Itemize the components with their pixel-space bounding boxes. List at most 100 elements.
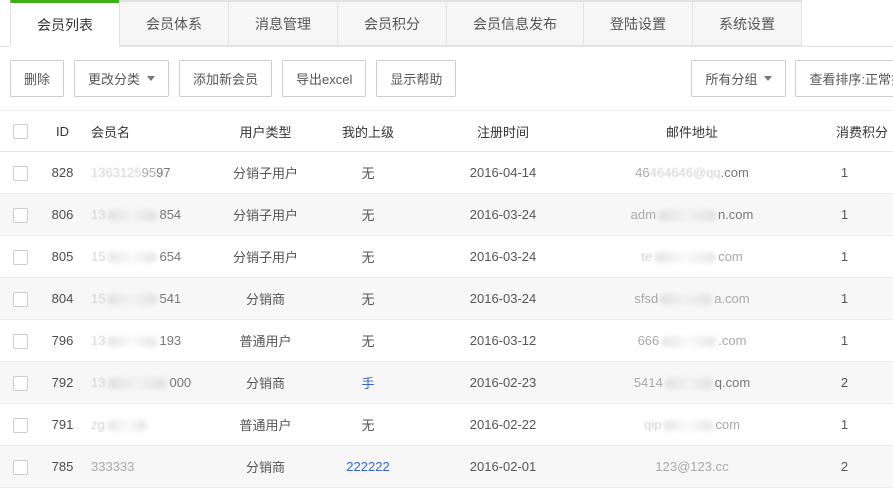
- register-date: 2016-02-23: [418, 362, 588, 404]
- tab-label: 会员信息发布: [473, 14, 557, 34]
- email-address: 666.com: [588, 320, 796, 362]
- row-checkbox[interactable]: [13, 208, 28, 223]
- consume-points: 1: [796, 278, 893, 320]
- upline-cell: 无: [318, 194, 418, 236]
- email-address: tecom: [588, 236, 796, 278]
- register-date: 2016-02-01: [418, 446, 588, 488]
- table-row: 796 13193 普通用户 无 2016-03-12 666.com 1: [0, 320, 893, 362]
- user-type: 普通用户: [213, 320, 318, 362]
- user-type: 普通用户: [213, 404, 318, 446]
- all-groups-dropdown[interactable]: 所有分组: [691, 60, 786, 97]
- register-date: 2016-03-24: [418, 278, 588, 320]
- redacted-text: [107, 294, 157, 305]
- member-id: 791: [40, 404, 85, 446]
- upline-link[interactable]: 222222: [346, 459, 389, 474]
- redacted-text: [107, 378, 167, 389]
- member-id: 804: [40, 278, 85, 320]
- upline-cell: 222222: [318, 446, 418, 488]
- row-checkbox[interactable]: [13, 250, 28, 265]
- table-row: 805 15654 分销子用户 无 2016-03-24 tecom 1: [0, 236, 893, 278]
- member-name: 15541: [85, 278, 213, 320]
- user-type: 分销商: [213, 446, 318, 488]
- upline-cell: 无: [318, 152, 418, 194]
- consume-points: 2: [796, 362, 893, 404]
- button-label: 所有分组: [705, 69, 757, 88]
- row-checkbox[interactable]: [13, 166, 28, 181]
- member-id: 805: [40, 236, 85, 278]
- upline-cell: 手: [318, 362, 418, 404]
- row-checkbox[interactable]: [13, 460, 28, 475]
- member-name: 15654: [85, 236, 213, 278]
- member-id: 785: [40, 446, 85, 488]
- user-type: 分销商: [213, 362, 318, 404]
- redacted-text: [660, 294, 712, 305]
- member-admin-panel: 会员列表会员体系 消息管理 会员积分 会员信息发布 登陆设置 系统设置 删除 更改分类 添…: [0, 0, 893, 490]
- redacted-text: [654, 252, 716, 263]
- col-header-reg-time: 注册时间: [418, 111, 588, 152]
- show-help-button[interactable]: 显示帮助: [376, 60, 456, 97]
- chevron-down-icon: [147, 76, 155, 81]
- table-header-row: ID 会员名 用户类型 我的上级 注册时间 邮件地址 消费积分: [0, 111, 893, 152]
- row-checkbox[interactable]: [13, 292, 28, 307]
- toolbar-left-group: 删除 更改分类 添加新会员 导出excel 显示帮助: [10, 60, 456, 97]
- tab-member-list[interactable]: 会员列表: [10, 0, 120, 47]
- select-all-checkbox[interactable]: [13, 124, 28, 139]
- consume-points: 1: [796, 404, 893, 446]
- member-id: 796: [40, 320, 85, 362]
- register-date: 2016-02-22: [418, 404, 588, 446]
- toolbar: 删除 更改分类 添加新会员 导出excel 显示帮助 所有分组 查看排序:正常排…: [0, 47, 893, 110]
- email-address: 46464646@qq.com: [588, 152, 796, 194]
- row-checkbox[interactable]: [13, 418, 28, 433]
- upline-cell: 无: [318, 278, 418, 320]
- table-row: 806 13854 分销子用户 无 2016-03-24 admn.com 1: [0, 194, 893, 236]
- register-date: 2016-03-24: [418, 194, 588, 236]
- consume-points: 1: [796, 194, 893, 236]
- upline-cell: 无: [318, 404, 418, 446]
- member-name: 13000: [85, 362, 213, 404]
- col-header-user-type: 用户类型: [213, 111, 318, 152]
- member-name: zg: [85, 404, 213, 446]
- change-category-button[interactable]: 更改分类: [74, 60, 169, 97]
- table-row: 804 15541 分销商 无 2016-03-24 sfsda.com 1: [0, 278, 893, 320]
- tab-system-settings[interactable]: 系统设置: [692, 0, 802, 46]
- member-id: 828: [40, 152, 85, 194]
- member-name: 13193: [85, 320, 213, 362]
- redacted-text: [665, 378, 713, 389]
- col-header-id: ID: [40, 111, 85, 152]
- tab-login-settings[interactable]: 登陆设置: [583, 0, 693, 46]
- table-row: 785 333333 分销商 222222 2016-02-01 123@123…: [0, 446, 893, 488]
- email-address: 5414q.com: [588, 362, 796, 404]
- upline-cell: 无: [318, 236, 418, 278]
- col-header-points: 消费积分: [796, 111, 893, 152]
- tab-member-info-publish[interactable]: 会员信息发布: [446, 0, 584, 46]
- export-excel-button[interactable]: 导出excel: [282, 60, 366, 97]
- col-header-upline: 我的上级: [318, 111, 418, 152]
- view-sort-button[interactable]: 查看排序:正常排序: [795, 60, 893, 97]
- tab-label: 会员积分: [364, 14, 420, 34]
- user-type: 分销子用户: [213, 236, 318, 278]
- upline-cell: 无: [318, 320, 418, 362]
- tab-member-system[interactable]: 会员体系: [119, 0, 229, 46]
- add-member-button[interactable]: 添加新会员: [179, 60, 272, 97]
- member-name: 333333: [85, 446, 213, 488]
- row-checkbox[interactable]: [13, 334, 28, 349]
- button-label: 更改分类: [88, 69, 140, 88]
- tab-message-management[interactable]: 消息管理: [228, 0, 338, 46]
- upline-link[interactable]: 手: [361, 376, 374, 391]
- table-row: 792 13000 分销商 手 2016-02-23 5414q.com 2: [0, 362, 893, 404]
- tab-label: 系统设置: [719, 14, 775, 34]
- email-address: sfsda.com: [588, 278, 796, 320]
- tab-label: 登陆设置: [610, 14, 666, 34]
- delete-button[interactable]: 删除: [10, 60, 64, 97]
- row-checkbox[interactable]: [13, 376, 28, 391]
- member-id: 806: [40, 194, 85, 236]
- tab-member-points[interactable]: 会员积分: [337, 0, 447, 46]
- tab-label: 消息管理: [255, 14, 311, 34]
- consume-points: 1: [796, 152, 893, 194]
- consume-points: 1: [796, 320, 893, 362]
- user-type: 分销子用户: [213, 152, 318, 194]
- email-address: admn.com: [588, 194, 796, 236]
- user-type: 分销商: [213, 278, 318, 320]
- member-id: 792: [40, 362, 85, 404]
- redacted-text: [107, 210, 157, 221]
